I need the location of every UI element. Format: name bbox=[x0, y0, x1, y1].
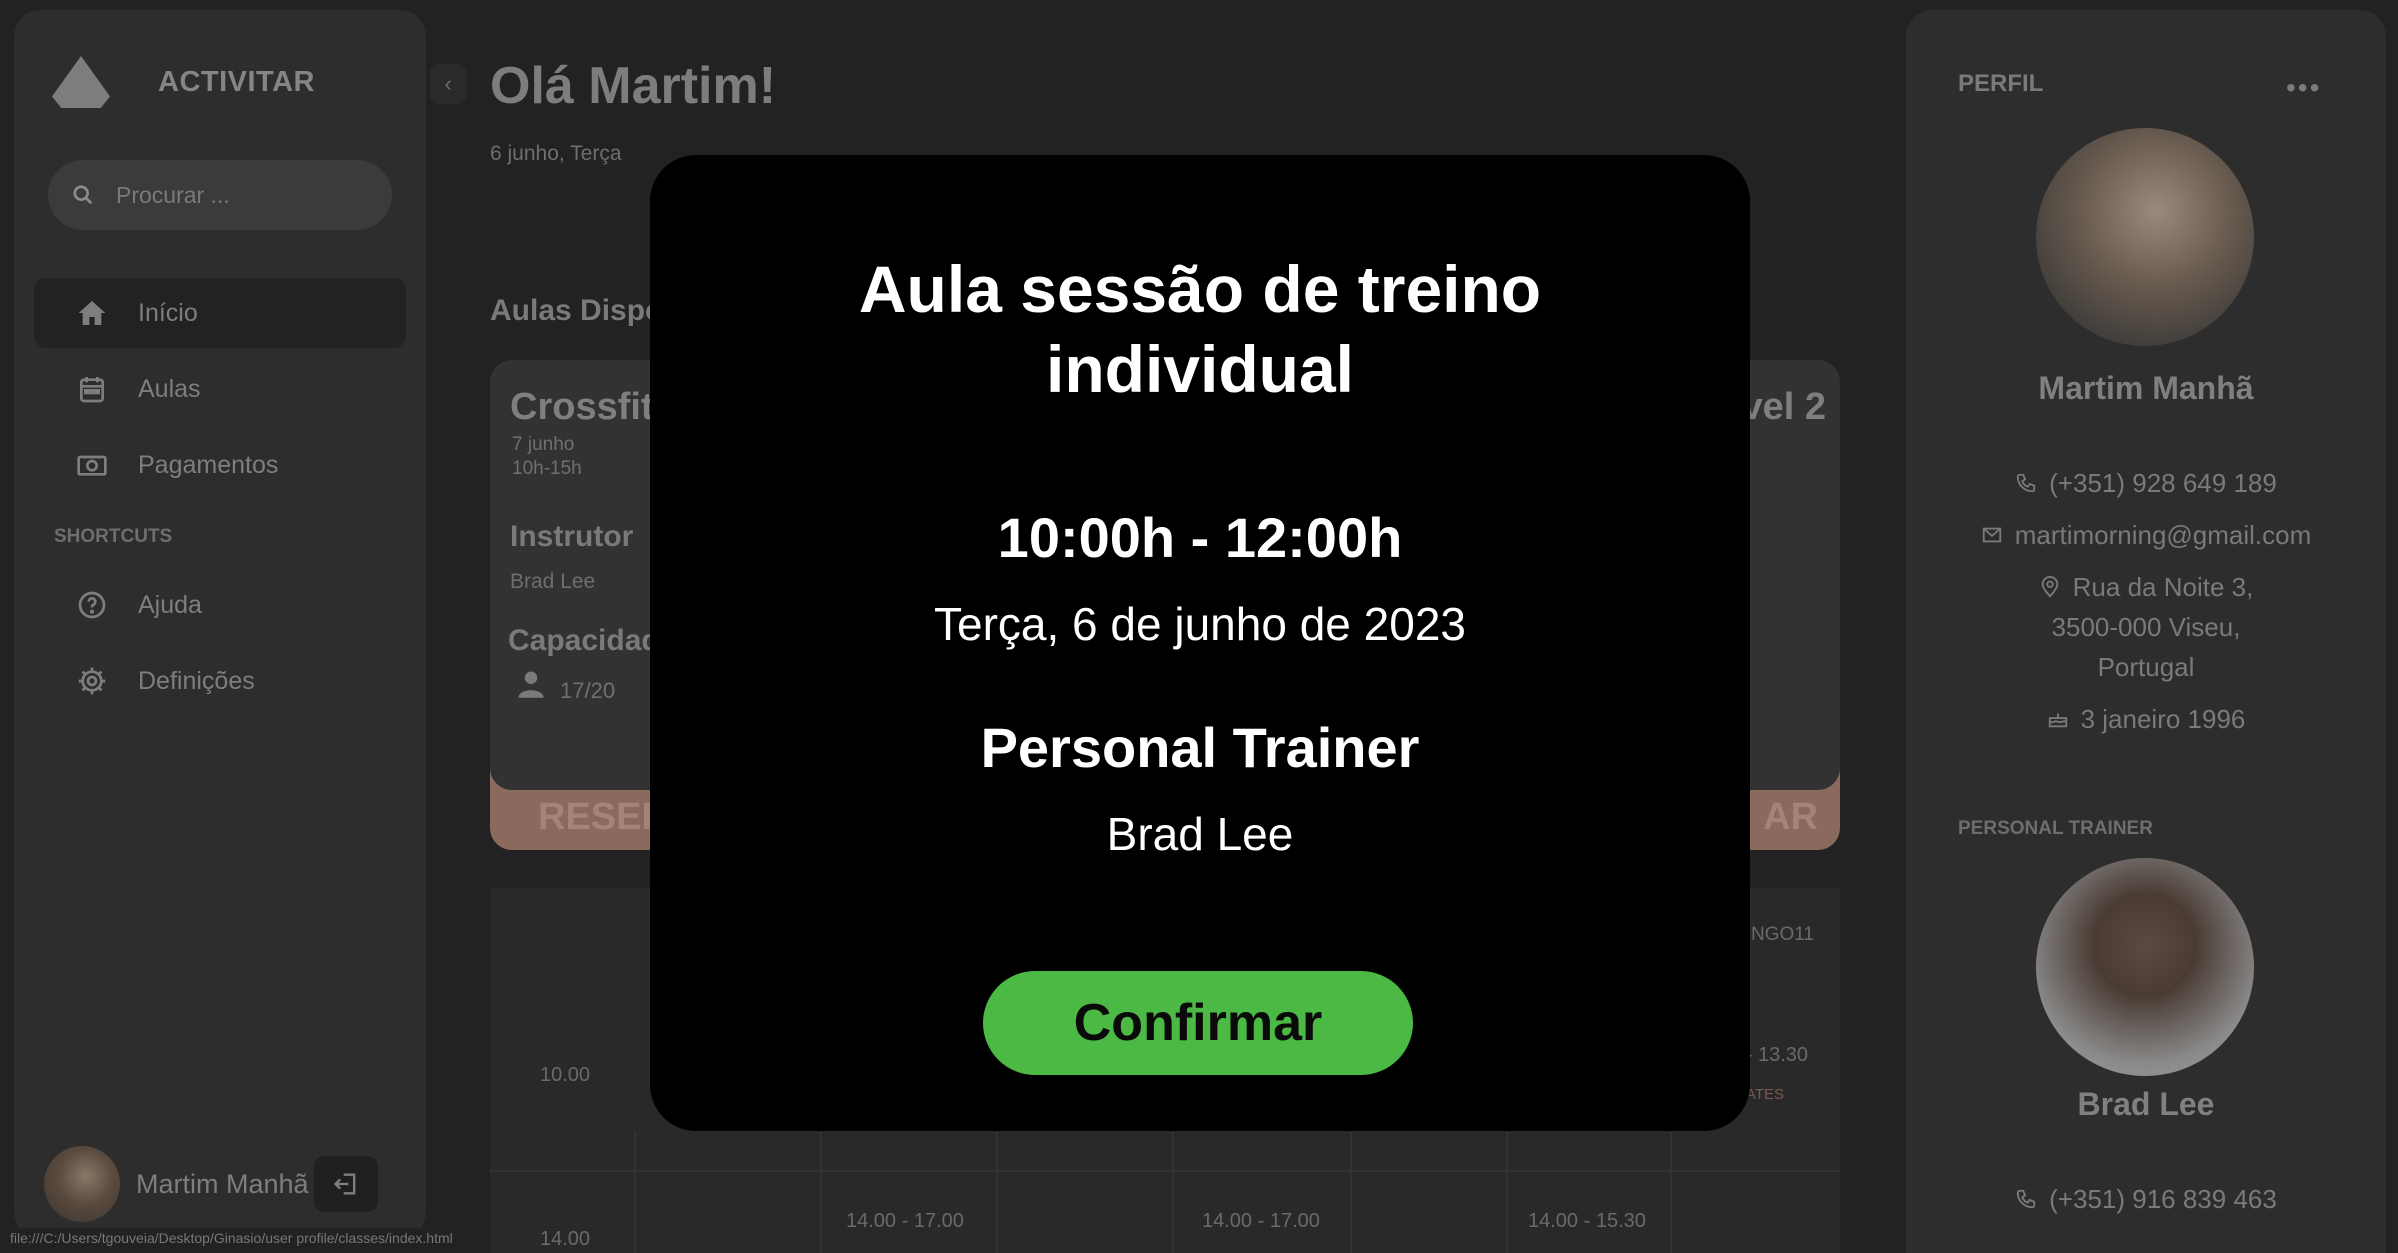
modal-time: 10:00h - 12:00h bbox=[997, 506, 1403, 569]
modal-trainer: Brad Lee bbox=[1106, 808, 1294, 860]
modal-title: Aula sessão de treino individual bbox=[650, 249, 1750, 409]
booking-modal: Aula sessão de treino individual 10:00h … bbox=[650, 155, 1750, 1131]
modal-date: Terça, 6 de junho de 2023 bbox=[934, 598, 1466, 650]
modal-title-line1: Aula sessão de treino bbox=[858, 252, 1542, 326]
modal-title-line2: individual bbox=[1045, 332, 1355, 406]
modal-role: Personal Trainer bbox=[980, 716, 1420, 779]
confirm-button[interactable]: Confirmar bbox=[983, 971, 1413, 1075]
app-window: ACTIVITAR Procurar ... Início Aulas Paga… bbox=[0, 0, 2398, 1253]
